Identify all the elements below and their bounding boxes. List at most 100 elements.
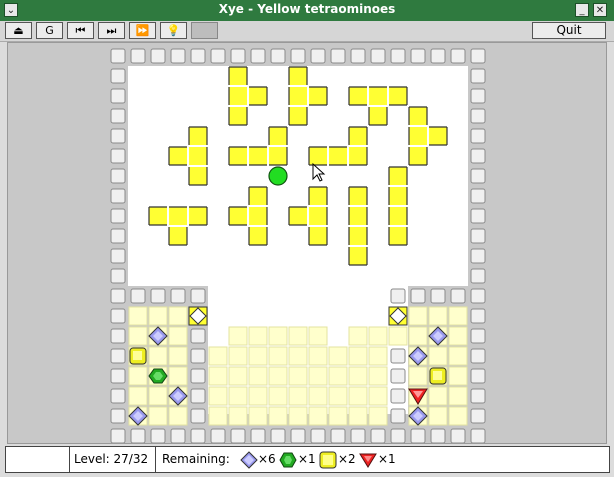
toolbar: ⏏ G ⏮ ⏭ ⏩ 💡 Quit	[0, 21, 614, 42]
yellow-pad	[228, 406, 248, 426]
fast-forward-icon[interactable]: ⏩	[129, 22, 156, 39]
red-gem-icon	[359, 453, 377, 468]
yellow-gem-icon	[319, 451, 337, 469]
piece-cell[interactable]	[389, 227, 407, 245]
piece-cell[interactable]	[289, 207, 307, 225]
quit-button[interactable]: Quit	[532, 22, 606, 39]
piece-cell[interactable]	[409, 107, 427, 125]
wall-block	[110, 168, 126, 184]
piece-cell[interactable]	[289, 107, 307, 125]
piece-cell[interactable]	[309, 87, 327, 105]
wall-block	[110, 368, 126, 384]
yellow-pad	[408, 366, 428, 386]
piece-cell[interactable]	[349, 87, 367, 105]
piece-cell[interactable]	[229, 107, 247, 125]
piece-cell[interactable]	[349, 147, 367, 165]
piece-cell[interactable]	[429, 127, 447, 145]
piece-cell[interactable]	[149, 207, 167, 225]
piece-cell[interactable]	[409, 127, 427, 145]
piece-cell[interactable]	[189, 127, 207, 145]
piece-cell[interactable]	[249, 227, 267, 245]
game-board[interactable]	[7, 42, 607, 444]
piece-cell[interactable]	[189, 147, 207, 165]
piece-cell[interactable]	[309, 147, 327, 165]
status-bar: Level: 27/32 Remaining: ×6 ×1 ×2 ×1	[5, 446, 610, 473]
piece-cell[interactable]	[249, 207, 267, 225]
piece-cell[interactable]	[329, 147, 347, 165]
wall-block	[230, 428, 246, 443]
piece-cell[interactable]	[229, 207, 247, 225]
wall-block	[470, 368, 486, 384]
piece-cell[interactable]	[169, 207, 187, 225]
hint-icon[interactable]: 💡	[160, 22, 187, 39]
piece-cell[interactable]	[349, 127, 367, 145]
piece-cell[interactable]	[189, 167, 207, 185]
piece-cell[interactable]	[349, 187, 367, 205]
remaining-label: Remaining:	[162, 452, 230, 466]
close-button[interactable]: ✕	[593, 3, 607, 17]
piece-cell[interactable]	[389, 87, 407, 105]
yellow-pad	[208, 366, 228, 386]
yellow-pad	[428, 346, 448, 366]
yellow-pad	[228, 326, 248, 346]
piece-cell[interactable]	[249, 147, 267, 165]
piece-cell[interactable]	[389, 207, 407, 225]
piece-cell[interactable]	[249, 87, 267, 105]
piece-cell[interactable]	[349, 227, 367, 245]
piece-cell[interactable]	[309, 187, 327, 205]
piece-cell[interactable]	[249, 187, 267, 205]
piece-cell[interactable]	[229, 147, 247, 165]
piece-cell[interactable]	[229, 67, 247, 85]
yellow-pad	[268, 346, 288, 366]
yellow-pad	[448, 326, 468, 346]
piece-cell[interactable]	[269, 127, 287, 145]
minimize-button[interactable]: _	[575, 3, 589, 17]
player-ball	[268, 166, 288, 186]
wall-block	[130, 288, 146, 304]
piece-cell[interactable]	[409, 147, 427, 165]
piece-cell[interactable]	[349, 207, 367, 225]
wall-block	[150, 48, 166, 64]
wall-block	[290, 48, 306, 64]
yellow-pad	[248, 366, 268, 386]
piece-cell[interactable]	[269, 147, 287, 165]
yellow-pad	[268, 326, 288, 346]
piece-cell[interactable]	[389, 187, 407, 205]
piece-cell[interactable]	[169, 147, 187, 165]
piece-cell[interactable]	[289, 67, 307, 85]
board-canvas[interactable]	[8, 43, 606, 443]
piece-cell[interactable]	[229, 87, 247, 105]
piece-cell[interactable]	[349, 247, 367, 265]
piece-cell[interactable]	[389, 167, 407, 185]
piece-cell[interactable]	[369, 107, 387, 125]
piece-cell[interactable]	[369, 87, 387, 105]
next-level-icon[interactable]: ⏭	[98, 22, 125, 39]
wall-block	[190, 328, 206, 344]
wall-block	[330, 428, 346, 443]
yellow-pad	[288, 326, 308, 346]
yellow-pad	[168, 346, 188, 366]
eject-icon[interactable]: ⏏	[5, 22, 32, 39]
restart-icon[interactable]: G	[36, 22, 63, 39]
wall-block	[110, 128, 126, 144]
yellow-pad	[228, 346, 248, 366]
yellow-pad	[328, 406, 348, 426]
wall-block	[110, 188, 126, 204]
yellow-pad	[328, 386, 348, 406]
piece-cell[interactable]	[309, 227, 327, 245]
piece-cell[interactable]	[189, 207, 207, 225]
yellow-pad	[328, 366, 348, 386]
wall-block	[350, 428, 366, 443]
yellow-pad	[348, 386, 368, 406]
piece-cell[interactable]	[169, 227, 187, 245]
title-bar: ⌄ Xye - Yellow tetraominoes _ ✕	[0, 0, 614, 21]
wall-block	[470, 128, 486, 144]
first-level-icon[interactable]: ⏮	[67, 22, 94, 39]
wall-block	[110, 248, 126, 264]
wall-block	[270, 48, 286, 64]
piece-cell[interactable]	[309, 207, 327, 225]
blue-gem-count: ×6	[258, 452, 276, 466]
yellow-pad	[308, 406, 328, 426]
piece-cell[interactable]	[289, 87, 307, 105]
yellow-pad	[168, 306, 188, 326]
